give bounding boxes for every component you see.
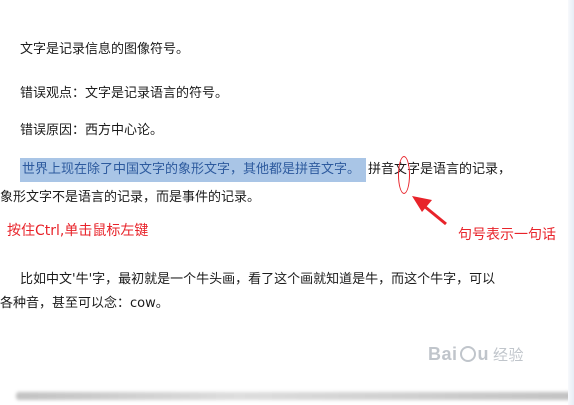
paragraph-5: 比如中文'牛'字，最初就是一个牛头画，看了这个画就知道是牛，而这个牛字，可以 <box>20 272 496 287</box>
paragraph-5-continuation: 各种音，甚至可以念：cow。 <box>0 296 169 311</box>
paragraph-2: 错误观点：文字是记录语言的符号。 <box>20 86 229 101</box>
paragraph-1: 文字是记录信息的图像符号。 <box>20 42 190 57</box>
selected-sentence[interactable]: 世界上现在除了中国文字的象形文字，其他都是拼音文字。 <box>20 158 367 182</box>
paw-icon <box>459 346 476 362</box>
sentence-after-selection: 拼音文字是语言的记录， <box>368 162 512 177</box>
ctrl-click-annotation: 按住Ctrl,单击鼠标左键 <box>7 223 149 239</box>
period-annotation: 句号表示一句话 <box>458 227 556 243</box>
document-page[interactable]: 文字是记录信息的图像符号。 错误观点：文字是记录语言的符号。 错误原因：西方中心… <box>0 0 574 405</box>
paragraph-4-continuation: 象形文字不是语言的记录，而是事件的记录。 <box>0 190 261 205</box>
window-edge <box>568 0 574 405</box>
paragraph-3: 错误原因：西方中心论。 <box>20 123 164 138</box>
baidu-jingyan-watermark: Bai u 经验 <box>428 344 525 364</box>
selected-sentence-line: 世界上现在除了中国文字的象形文字，其他都是拼音文字。 拼音文字是语言的记录， <box>20 158 511 182</box>
blurred-text-line <box>16 392 572 400</box>
period-highlight-ellipse <box>398 156 410 194</box>
